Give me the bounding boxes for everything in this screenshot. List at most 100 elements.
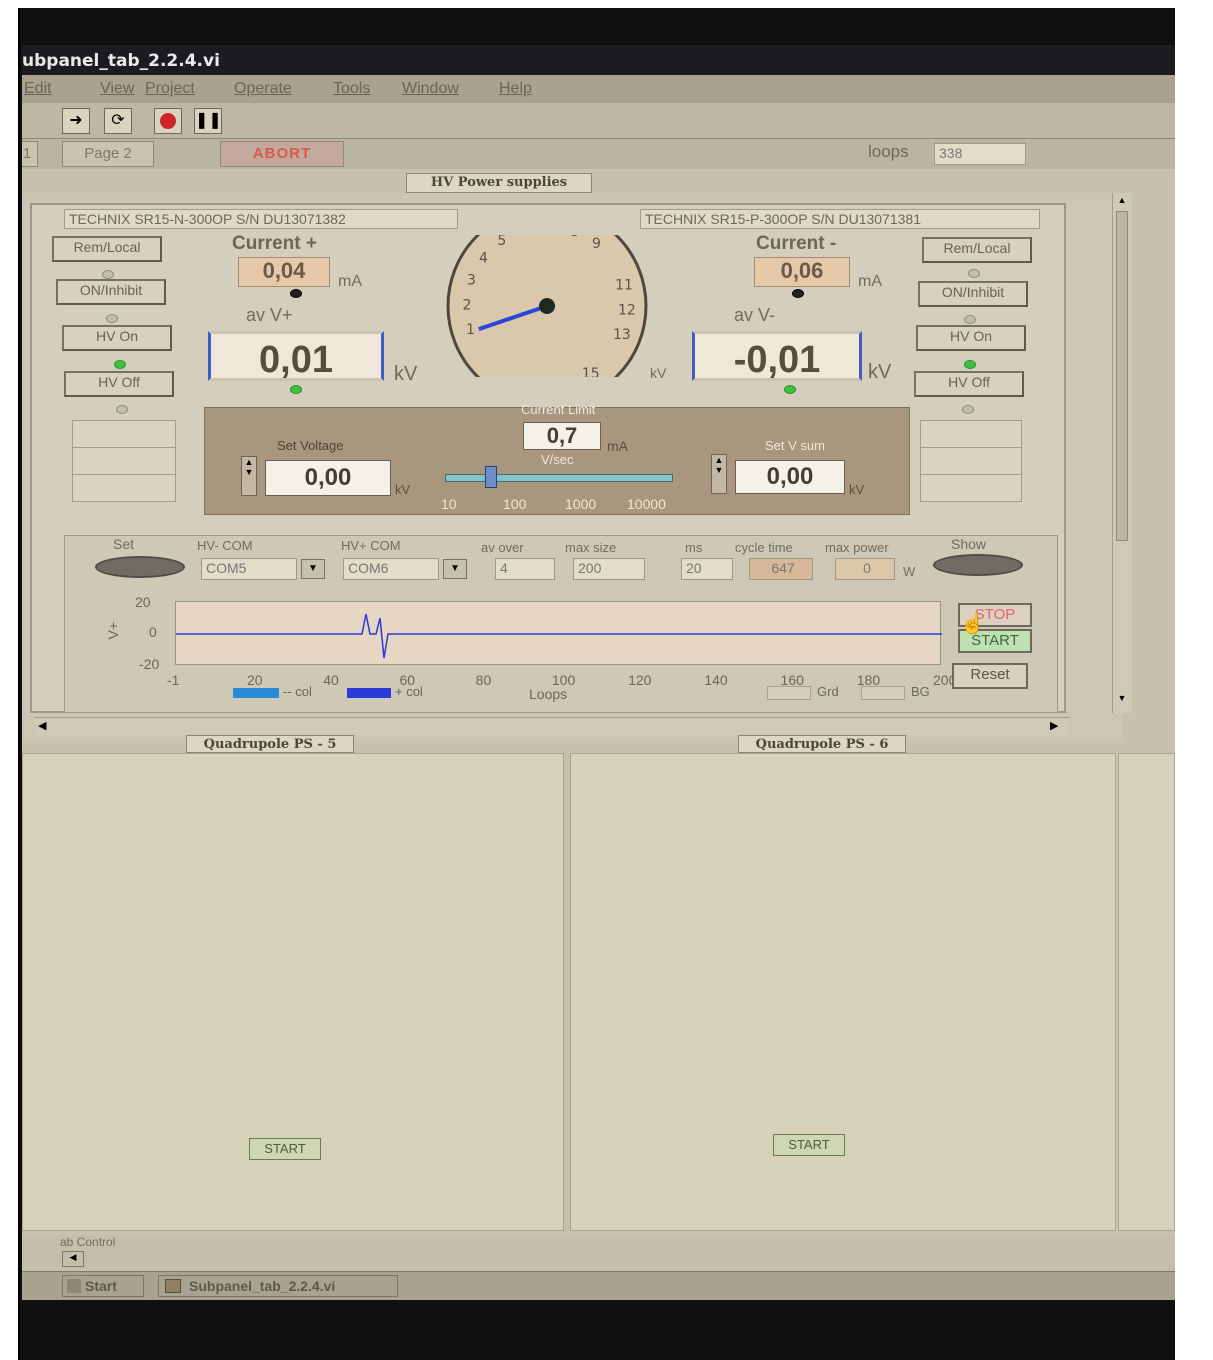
right-hv-on-button[interactable]: HV On xyxy=(916,325,1026,351)
set-toggle-switch[interactable] xyxy=(95,556,185,578)
right-on-inhibit-button[interactable]: ON/Inhibit xyxy=(918,281,1028,307)
left-rem-led xyxy=(102,270,114,279)
menubar: Edit View Project Operate Tools Window H… xyxy=(22,75,1175,103)
quad5-subpanel: START xyxy=(22,753,564,1231)
maxsize-input[interactable]: 200 xyxy=(573,558,645,580)
right-voltage-unit: kV xyxy=(868,361,892,383)
hv-power-panel: TECHNIX SR15-N-300OP S/N DU13071382 Rem/… xyxy=(22,193,1132,741)
menu-help[interactable]: Help xyxy=(499,80,532,98)
tab-page-2[interactable]: Page 2 xyxy=(62,141,154,167)
vsec-label: V/sec xyxy=(541,452,574,467)
scroll-down-icon[interactable]: ▼ xyxy=(1115,693,1129,707)
menu-tools[interactable]: Tools xyxy=(333,80,370,98)
start-menu-button[interactable]: Start xyxy=(62,1275,144,1297)
show-toggle-switch[interactable] xyxy=(933,554,1023,576)
left-voltage-label: av V+ xyxy=(246,305,293,325)
photo-top-border xyxy=(18,0,1213,8)
vsec-tick-10000: 10000 xyxy=(627,496,666,512)
set-voltage-stepper[interactable]: ▲ ▼ xyxy=(241,456,257,496)
reset-button[interactable]: Reset xyxy=(952,663,1028,689)
scroll-up-icon[interactable]: ▲ xyxy=(1115,195,1129,209)
set-voltage-value[interactable]: 0,00 xyxy=(265,460,391,496)
left-current-readout: 0,04 xyxy=(238,257,330,287)
gauge-tick-label: 12 xyxy=(618,303,636,319)
scroll-left-icon[interactable]: ◀ xyxy=(38,719,46,732)
menu-operate[interactable]: Operate xyxy=(234,80,292,98)
avover-label: av over xyxy=(481,540,524,555)
left-hv-on-led xyxy=(114,360,126,369)
left-hv-off-led xyxy=(116,405,128,414)
current-limit-value[interactable]: 0,7 xyxy=(523,422,601,450)
menu-project[interactable]: Project xyxy=(145,80,195,98)
x-tick-label: 40 xyxy=(323,672,339,688)
run-continuous-icon[interactable]: ⟳ xyxy=(104,108,132,134)
gauge-tick-label: 1 xyxy=(466,322,475,338)
horizontal-scrollbar[interactable]: ◀ ▶ xyxy=(34,717,1070,735)
vsec-tick-10: 10 xyxy=(441,496,457,512)
set-vsum-value[interactable]: 0,00 xyxy=(735,460,845,494)
tab-control-area: ab Control ◀ xyxy=(22,1235,1175,1271)
x-tick-label: 20 xyxy=(247,672,263,688)
gauge-tick-label: 13 xyxy=(613,327,631,343)
ms-label: ms xyxy=(685,540,703,555)
gauge-tick-label: 4 xyxy=(479,250,488,266)
quad6-start-button[interactable]: START xyxy=(773,1134,845,1156)
menu-view[interactable]: View xyxy=(100,80,134,98)
right-current-unit: mA xyxy=(858,273,882,290)
taskbar-task-button[interactable]: Subpanel_tab_2.2.4.vi xyxy=(158,1275,398,1297)
right-voltage-readout: -0,01 xyxy=(692,331,862,381)
pause-icon[interactable]: ❚❚ xyxy=(194,108,222,134)
bg-color-box[interactable] xyxy=(861,686,905,700)
windows-logo-icon xyxy=(67,1279,81,1293)
tab-1[interactable]: 1 xyxy=(22,141,38,167)
hv-section-title: HV Power supplies xyxy=(406,173,592,193)
left-voltage-led xyxy=(290,385,302,394)
kv-gauge: 12345678911121315 xyxy=(446,235,648,377)
vsec-tick-1000: 1000 xyxy=(565,496,597,512)
menu-edit[interactable]: Edit xyxy=(24,80,52,98)
hvneg-com-select[interactable]: COM5 xyxy=(201,558,297,580)
y-axis-label: V+ xyxy=(105,622,121,640)
left-indicator-2 xyxy=(73,448,175,475)
y-tick-0: 0 xyxy=(149,624,157,640)
hvneg-com-value: COM5 xyxy=(206,560,247,576)
max-power-unit: W xyxy=(903,564,916,579)
grid-color-box[interactable] xyxy=(767,686,811,700)
tab-control-scroll-left-icon[interactable]: ◀ xyxy=(62,1251,84,1267)
maxsize-label: max size xyxy=(565,540,617,555)
hvneg-dropdown-icon[interactable]: ▼ xyxy=(301,559,325,579)
vsec-slider-track[interactable] xyxy=(445,474,673,482)
set-vsum-stepper[interactable]: ▲ ▼ xyxy=(711,454,727,494)
stop-circle-icon[interactable] xyxy=(154,108,182,134)
vsec-slider-thumb[interactable] xyxy=(485,466,497,488)
right-rem-local-button[interactable]: Rem/Local xyxy=(922,237,1032,263)
hvpos-com-select[interactable]: COM6 xyxy=(343,558,439,580)
settings-box: Set Voltage ▲ ▼ 0,00 kV Current Limit 0,7… xyxy=(204,402,910,515)
window-titlebar: ubpanel_tab_2.2.4.vi xyxy=(22,45,1175,75)
abort-button[interactable]: ABORT xyxy=(220,141,344,167)
left-current-led xyxy=(290,289,302,298)
ms-input[interactable]: 20 xyxy=(681,558,733,580)
left-on-inhibit-button[interactable]: ON/Inhibit xyxy=(56,279,166,305)
left-voltage-unit: kV xyxy=(394,363,418,385)
gauge-hub xyxy=(539,298,555,314)
menu-window[interactable]: Window xyxy=(402,80,459,98)
tab-control-label: ab Control xyxy=(60,1235,116,1249)
left-voltage-readout: 0,01 xyxy=(208,331,384,381)
hvpos-dropdown-icon[interactable]: ▼ xyxy=(443,559,467,579)
avover-input[interactable]: 4 xyxy=(495,558,555,580)
vi-file-icon xyxy=(165,1279,181,1293)
x-tick-label: 80 xyxy=(475,672,492,688)
vertical-scrollbar[interactable]: ▲ ▼ xyxy=(1112,193,1132,713)
left-rem-local-button[interactable]: Rem/Local xyxy=(52,236,162,262)
vertical-scroll-thumb[interactable] xyxy=(1116,211,1128,541)
left-hv-on-button[interactable]: HV On xyxy=(62,325,172,351)
quad5-start-button[interactable]: START xyxy=(249,1138,321,1160)
run-arrow-icon[interactable]: ➜ xyxy=(62,108,90,134)
left-hv-off-button[interactable]: HV Off xyxy=(64,371,174,397)
right-hv-off-button[interactable]: HV Off xyxy=(914,371,1024,397)
scroll-right-icon[interactable]: ▶ xyxy=(1050,719,1058,732)
vsec-tick-100: 100 xyxy=(503,496,527,512)
legend-pos-swatch xyxy=(347,688,391,698)
left-ps-name: TECHNIX SR15-N-300OP S/N DU13071382 xyxy=(64,209,458,229)
